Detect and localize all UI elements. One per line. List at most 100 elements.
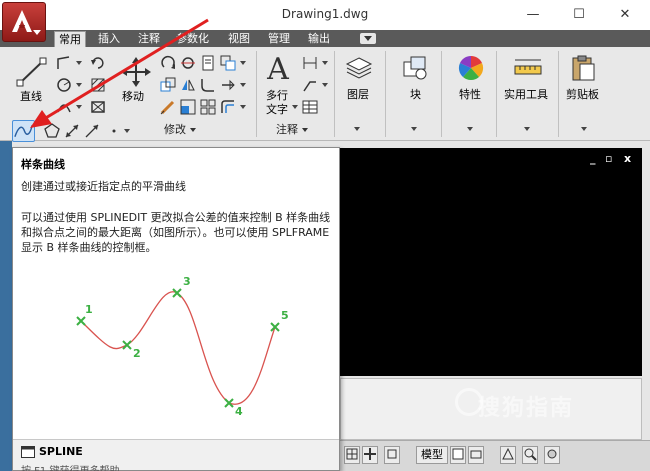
application-menu-button[interactable] [2, 2, 46, 42]
watermark-text: 搜狗指南 [478, 396, 575, 421]
line-icon [16, 57, 47, 87]
stretch-tool-button[interactable] [158, 97, 176, 115]
chevron-down-icon[interactable] [76, 83, 82, 87]
modify-panel-label[interactable]: 修改 [164, 121, 196, 137]
canvas-minimize-button[interactable]: _ [590, 152, 596, 165]
chevron-down-icon[interactable] [240, 61, 246, 65]
tab-view[interactable]: 视图 [224, 31, 254, 47]
fit-point-1 [76, 316, 86, 326]
arc-tool-button[interactable] [54, 97, 72, 115]
chevron-down-icon[interactable] [240, 105, 246, 109]
command-icon [21, 446, 35, 458]
panel-divider [385, 51, 386, 137]
block-label: 块 [410, 88, 421, 101]
spline-icon [14, 125, 33, 137]
tab-manage[interactable]: 管理 [264, 31, 294, 47]
scale-arrow-button[interactable] [62, 121, 80, 139]
chevron-down-icon[interactable] [467, 127, 473, 131]
leader-icon [303, 81, 316, 92]
quick-view-button[interactable] [468, 446, 484, 464]
grid-icon [346, 448, 358, 460]
canvas-close-button[interactable]: x [624, 152, 631, 165]
ray-tool-button[interactable] [82, 121, 100, 139]
spline-tooltip: 样条曲线 创建通过或接近指定点的平滑曲线 可以通过使用 SPLINEDIT 更改… [12, 147, 340, 471]
close-button[interactable]: ✕ [602, 0, 648, 30]
chevron-down-icon[interactable] [124, 129, 130, 133]
desktop-strip [0, 141, 12, 471]
model-space-button[interactable]: 模型 [416, 446, 448, 464]
mirror-tool-button[interactable] [178, 75, 196, 93]
chevron-down-icon[interactable] [411, 127, 417, 131]
copy-tool-button[interactable] [218, 53, 236, 71]
ribbon-expand-button[interactable] [360, 33, 376, 44]
tab-insert[interactable]: 插入 [94, 31, 124, 47]
chevron-down-icon[interactable] [322, 83, 328, 87]
offset-tool-button[interactable] [218, 97, 236, 115]
chevron-down-icon[interactable] [240, 83, 246, 87]
erase-tool-button[interactable] [198, 53, 216, 71]
undo-tool-button[interactable] [88, 53, 106, 71]
layout-icon [452, 448, 464, 460]
fillet-tool-button[interactable] [198, 75, 216, 93]
chevron-down-icon[interactable] [76, 61, 82, 65]
copy-objects-icon [160, 77, 176, 92]
hatch-tool-button[interactable] [88, 75, 106, 93]
maximize-button[interactable]: ☐ [556, 0, 602, 30]
leader-tool-button[interactable] [300, 75, 318, 93]
block-icon [403, 56, 427, 80]
document-icon [202, 55, 214, 71]
layers-button[interactable] [344, 53, 373, 81]
clipboard-button[interactable] [568, 53, 596, 81]
grid-toggle-button[interactable] [344, 446, 360, 464]
layout-button[interactable] [450, 446, 466, 464]
array-tool-button[interactable] [198, 97, 216, 115]
minimize-button[interactable]: — [510, 0, 556, 30]
quick-view-icon [470, 450, 482, 459]
properties-label: 特性 [459, 88, 481, 101]
drawing-canvas[interactable] [340, 148, 642, 376]
chevron-down-icon[interactable] [76, 105, 82, 109]
tooltip-help-text: 按 F1 键获得更多帮助 [21, 462, 119, 471]
utilities-button[interactable] [512, 53, 542, 81]
chevron-down-icon[interactable] [524, 127, 530, 131]
tab-parametric[interactable]: 参数化 [172, 31, 213, 47]
point-tool-button[interactable] [104, 121, 122, 139]
rectangle-tool-button[interactable] [88, 97, 106, 115]
chevron-down-icon[interactable] [354, 127, 360, 131]
undo-icon [91, 57, 104, 69]
tab-home[interactable]: 常用 [54, 31, 86, 47]
copy2-tool-button[interactable] [158, 75, 176, 93]
tab-annotate[interactable]: 注释 [134, 31, 164, 47]
chevron-down-icon [302, 128, 308, 132]
annotation-panel-label[interactable]: 注释 [276, 121, 308, 137]
polyline-tool-button[interactable] [54, 53, 72, 71]
trim-tool-button[interactable] [178, 53, 196, 71]
array-icon [200, 99, 216, 115]
pan-button[interactable] [544, 446, 560, 464]
rotate-tool-button[interactable] [158, 53, 176, 71]
chevron-down-icon[interactable] [322, 61, 328, 65]
color-wheel-icon [458, 55, 484, 81]
offset-icon [221, 100, 234, 113]
snap-toggle-button[interactable] [384, 446, 400, 464]
annotation-scale-button[interactable] [500, 446, 516, 464]
move-tool-label: 移动 [122, 90, 144, 103]
line-tool-button[interactable] [14, 55, 48, 87]
block-button[interactable] [400, 53, 428, 81]
table-tool-button[interactable] [300, 97, 318, 115]
properties-button[interactable] [456, 53, 484, 81]
circle-tool-button[interactable] [54, 75, 72, 93]
spline-tool-button[interactable] [12, 120, 35, 142]
explode-tool-button[interactable] [218, 75, 236, 93]
tab-output[interactable]: 输出 [304, 31, 334, 47]
polygon-tool-button[interactable] [42, 121, 60, 139]
dimension-tool-button[interactable] [300, 53, 318, 71]
ortho-toggle-button[interactable] [362, 446, 378, 464]
chevron-down-icon[interactable] [292, 105, 298, 109]
multiline-text-button[interactable]: A [264, 53, 292, 86]
chevron-down-icon[interactable] [581, 127, 587, 131]
scale-tool-button[interactable] [178, 97, 196, 115]
canvas-restore-button[interactable]: ▫ [605, 152, 612, 165]
move-tool-button[interactable] [118, 55, 152, 87]
zoom-button[interactable] [522, 446, 538, 464]
